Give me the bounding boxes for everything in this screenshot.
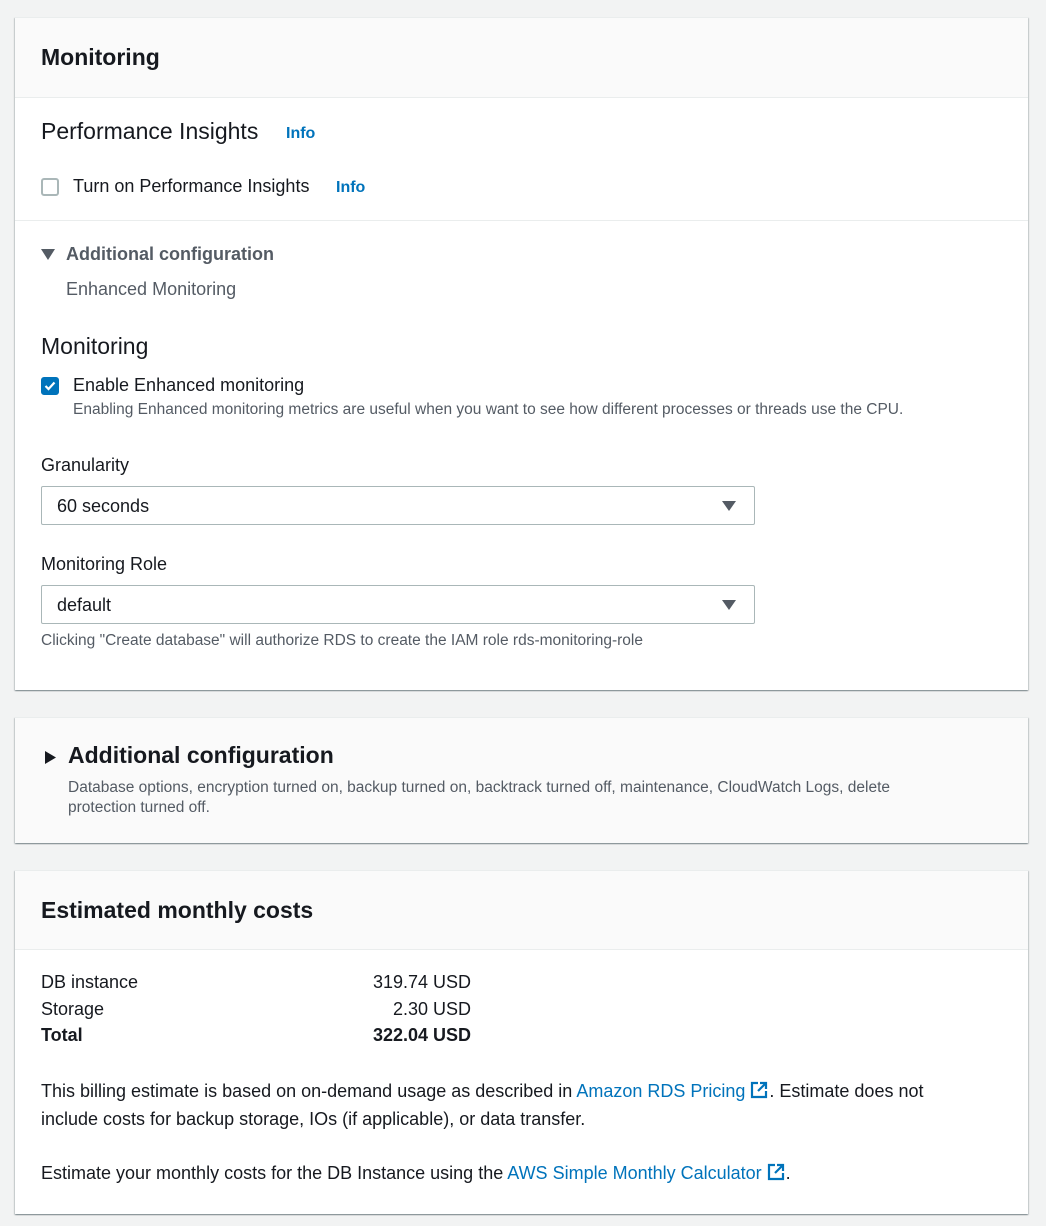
- monitoring-role-selected-value: default: [57, 595, 112, 615]
- granularity-label: Granularity: [41, 455, 130, 475]
- turn-on-performance-insights-checkbox[interactable]: [41, 178, 59, 196]
- additional-configuration-label: Additional configuration: [66, 244, 274, 264]
- additional-configuration-panel-title: Additional configuration: [68, 742, 334, 768]
- enhanced-monitoring-label: Enhanced Monitoring: [66, 279, 237, 299]
- billing-text: This billing estimate is based on on-dem…: [41, 1081, 577, 1101]
- calculator-note: Estimate your monthly costs for the DB I…: [41, 1159, 791, 1187]
- dropdown-caret-icon: [722, 600, 736, 610]
- additional-configuration-panel: Additional configuration Database option…: [15, 717, 1028, 843]
- dropdown-caret-icon: [722, 501, 736, 511]
- section-divider: [15, 220, 1028, 221]
- monitoring-role-select[interactable]: default: [41, 585, 755, 624]
- amazon-rds-pricing-link[interactable]: Amazon RDS Pricing: [576, 1081, 769, 1101]
- additional-configuration-desc-line1: Database options, encryption turned on, …: [68, 779, 891, 796]
- monitoring-panel-title: Monitoring: [41, 44, 160, 70]
- additional-configuration-desc-line2: protection turned off.: [68, 799, 210, 816]
- turn-on-performance-insights-info-link[interactable]: Info: [336, 179, 365, 197]
- enable-enhanced-monitoring-label[interactable]: Enable Enhanced monitoring: [73, 375, 304, 396]
- cost-label: DB instance: [41, 972, 139, 992]
- billing-text: . Estimate does not: [769, 1081, 924, 1101]
- cost-table: DB instance 319.74 USD Storage 2.30 USD …: [41, 972, 471, 1052]
- estimated-costs-panel-header: Estimated monthly costs: [15, 871, 1028, 950]
- monitoring-role-label: Monitoring Role: [41, 554, 168, 574]
- additional-configuration-expand-toggle[interactable]: Additional configuration: [41, 742, 381, 772]
- additional-configuration-toggle[interactable]: Additional configuration: [41, 244, 301, 268]
- monitoring-role-hint: Clicking "Create database" will authoriz…: [41, 632, 643, 649]
- checkmark-icon: [44, 381, 56, 391]
- granularity-select[interactable]: 60 seconds: [41, 486, 755, 525]
- aws-simple-monthly-calculator-link[interactable]: AWS Simple Monthly Calculator: [507, 1163, 785, 1183]
- granularity-selected-value: 60 seconds: [57, 496, 150, 516]
- monitoring-panel: Monitoring Performance Insights Info Tur…: [15, 17, 1028, 690]
- monitoring-panel-header: Monitoring: [15, 18, 1028, 98]
- enable-enhanced-monitoring-checkbox[interactable]: [41, 377, 59, 395]
- billing-estimate-line1: This billing estimate is based on on-dem…: [41, 1077, 1001, 1105]
- caret-right-icon: [45, 751, 56, 764]
- billing-estimate-note: This billing estimate is based on on-dem…: [41, 1077, 1001, 1133]
- performance-insights-heading: Performance Insights: [41, 118, 259, 144]
- estimated-costs-panel-title: Estimated monthly costs: [41, 897, 314, 923]
- cost-label: Storage: [41, 999, 105, 1019]
- turn-on-performance-insights-label[interactable]: Turn on Performance Insights: [73, 176, 309, 197]
- enable-enhanced-monitoring-description: Enabling Enhanced monitoring metrics are…: [73, 401, 904, 418]
- cost-label: Total: [41, 1025, 83, 1045]
- aws-simple-monthly-calculator-link-text: AWS Simple Monthly Calculator: [507, 1163, 762, 1183]
- external-link-icon: [767, 1163, 784, 1181]
- caret-down-icon: [41, 249, 55, 260]
- estimated-costs-panel: Estimated monthly costs DB instance 319.…: [15, 870, 1028, 1214]
- performance-insights-info-link[interactable]: Info: [286, 125, 315, 143]
- amazon-rds-pricing-link-text: Amazon RDS Pricing: [576, 1081, 746, 1101]
- external-link-icon: [751, 1081, 768, 1099]
- cost-value: 319.74 USD: [372, 972, 471, 992]
- cost-row-storage: Storage 2.30 USD: [41, 999, 471, 1025]
- billing-estimate-line2: include costs for backup storage, IOs (i…: [41, 1109, 586, 1129]
- cost-value: 2.30 USD: [392, 999, 471, 1019]
- cost-row-total: Total 322.04 USD: [41, 1025, 471, 1051]
- calculator-text: Estimate your monthly costs for the DB I…: [41, 1163, 508, 1183]
- cost-value: 322.04 USD: [372, 1025, 471, 1045]
- monitoring-heading: Monitoring: [41, 333, 149, 359]
- cost-row-db-instance: DB instance 319.74 USD: [41, 972, 471, 998]
- calculator-text: .: [785, 1163, 791, 1183]
